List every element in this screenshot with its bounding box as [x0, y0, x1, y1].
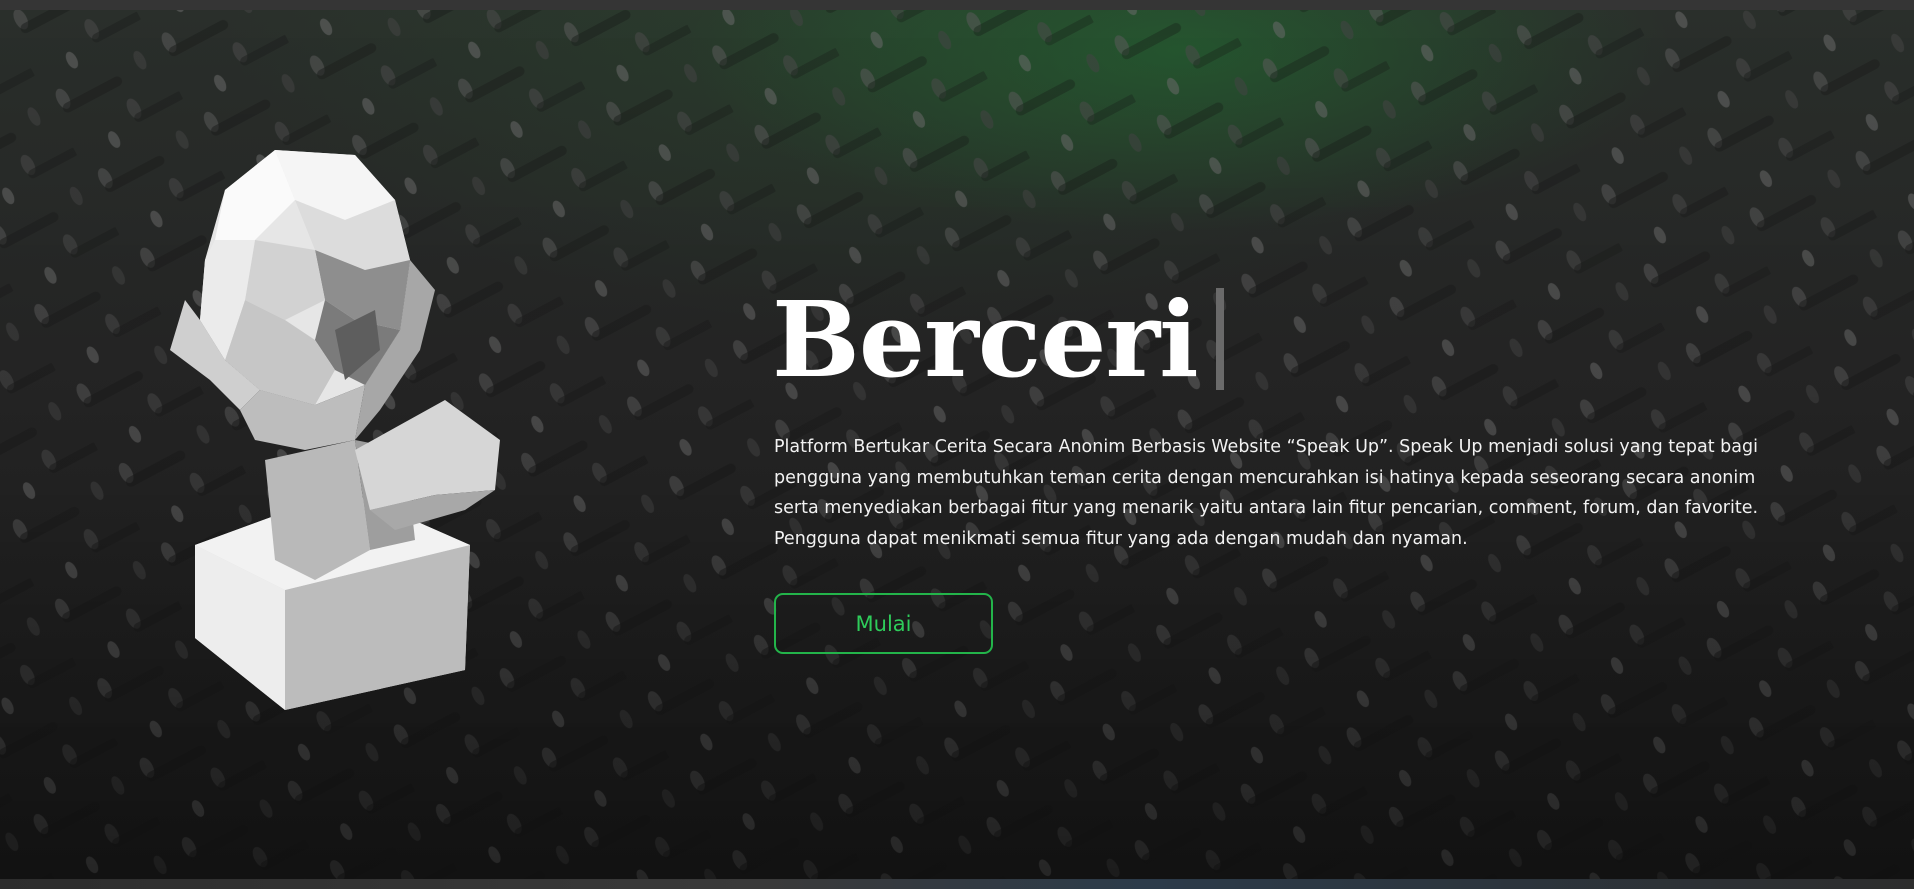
- headline: Berceri: [772, 272, 1224, 392]
- headline-text: Berceri: [772, 278, 1199, 401]
- window-top-strip: [0, 0, 1914, 10]
- hero-section: Berceri Platform Bertukar Cerita Secara …: [0, 10, 1914, 879]
- window-bottom-strip: [0, 879, 1914, 889]
- start-button[interactable]: Mulai: [774, 593, 993, 654]
- typing-cursor: [1215, 288, 1224, 390]
- low-poly-bust-icon: [170, 150, 500, 710]
- hero-description: Platform Bertukar Cerita Secara Anonim B…: [774, 437, 1759, 549]
